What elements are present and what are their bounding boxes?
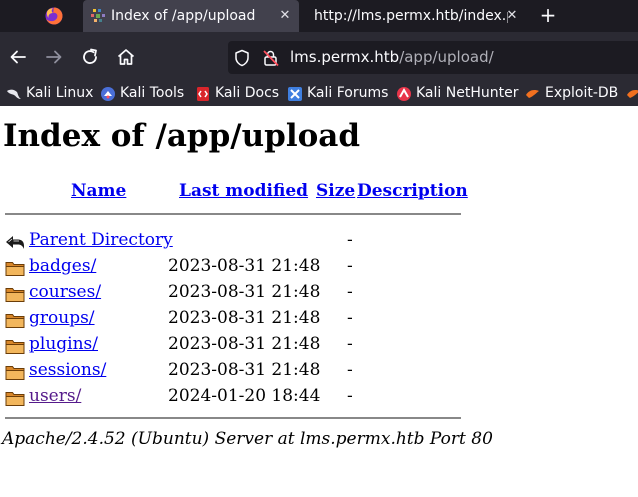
close-tab-icon[interactable]: ✕ xyxy=(504,0,520,32)
file-size: - xyxy=(347,282,353,302)
kali-tools-icon xyxy=(101,87,115,101)
url-text[interactable]: lms.permx.htb/app/upload/ xyxy=(290,47,494,67)
tab-index-of-app-upload[interactable]: Index of /app/upload ✕ xyxy=(83,0,299,32)
table-row-parent: Parent Directory - xyxy=(0,229,638,255)
last-modified: 2023-08-31 21:48 xyxy=(168,256,321,276)
url-host: lms.permx.htb xyxy=(290,48,400,66)
parent-directory-link[interactable]: Parent Directory xyxy=(29,229,173,251)
table-row: plugins/ 2023-08-31 21:48 - xyxy=(0,333,638,359)
column-header-name[interactable]: Name xyxy=(71,181,126,201)
table-row: sessions/ 2023-08-31 21:48 - xyxy=(0,359,638,385)
table-row: groups/ 2023-08-31 21:48 - xyxy=(0,307,638,333)
favicon-icon xyxy=(91,9,105,22)
footer-divider xyxy=(5,417,461,419)
bookmarks-toolbar: Kali Linux Kali Tools Kali Docs Kali For… xyxy=(0,82,638,106)
table-row: courses/ 2023-08-31 21:48 - xyxy=(0,281,638,307)
folder-icon xyxy=(5,392,25,406)
last-modified: 2023-08-31 21:48 xyxy=(168,282,321,302)
page-title: Index of /app/upload xyxy=(3,118,361,154)
tab-title: Index of /app/upload xyxy=(111,8,256,24)
column-header-last-modified[interactable]: Last modified xyxy=(179,181,308,201)
file-size: - xyxy=(347,334,353,354)
exploit-db-overflow-icon[interactable] xyxy=(626,86,638,102)
file-size: - xyxy=(347,256,353,276)
forward-arrow-icon[interactable] xyxy=(42,45,66,69)
file-size: - xyxy=(347,230,353,250)
kali-nethunter-icon xyxy=(397,87,411,101)
kali-docs-icon xyxy=(197,87,209,101)
folder-link-users[interactable]: users/ xyxy=(29,385,81,407)
close-tab-icon[interactable]: ✕ xyxy=(277,0,293,32)
new-tab-button[interactable]: + xyxy=(536,0,560,32)
exploit-db-icon xyxy=(526,90,539,98)
firefox-icon[interactable] xyxy=(45,7,63,25)
table-row: badges/ 2023-08-31 21:48 - xyxy=(0,255,638,281)
last-modified: 2024-01-20 18:44 xyxy=(168,386,321,406)
folder-icon xyxy=(5,314,25,328)
parent-directory-back-icon xyxy=(6,236,24,249)
insecure-lock-icon[interactable] xyxy=(262,49,280,67)
folder-icon xyxy=(5,288,25,302)
folder-link-plugins[interactable]: plugins/ xyxy=(29,333,98,355)
tab-bar: Index of /app/upload ✕ http://lms.permx.… xyxy=(0,0,638,32)
file-size: - xyxy=(347,386,353,406)
reload-icon[interactable] xyxy=(78,45,102,69)
folder-icon xyxy=(5,366,25,380)
folder-link-groups[interactable]: groups/ xyxy=(29,307,95,329)
folder-link-badges[interactable]: badges/ xyxy=(29,255,96,277)
url-path: /app/upload/ xyxy=(399,48,494,66)
column-header-description[interactable]: Description xyxy=(357,181,468,201)
last-modified: 2023-08-31 21:48 xyxy=(168,308,321,328)
folder-icon xyxy=(5,262,25,276)
folder-icon xyxy=(5,340,25,354)
tab-lms-index[interactable]: http://lms.permx.htb/index.php ✕ xyxy=(306,0,526,32)
home-icon[interactable] xyxy=(114,45,138,69)
header-divider xyxy=(5,213,461,215)
tab-title: http://lms.permx.htb/index.php xyxy=(314,8,508,24)
file-size: - xyxy=(347,308,353,328)
last-modified: 2023-08-31 21:48 xyxy=(168,360,321,380)
tracking-protection-shield-icon[interactable] xyxy=(234,49,250,67)
column-header-size[interactable]: Size xyxy=(316,181,355,201)
kali-dragon-icon xyxy=(7,89,21,99)
back-arrow-icon[interactable] xyxy=(6,45,30,69)
server-signature: Apache/2.4.52 (Ubuntu) Server at lms.per… xyxy=(2,429,493,449)
file-size: - xyxy=(347,360,353,380)
kali-forums-icon xyxy=(288,87,302,101)
last-modified: 2023-08-31 21:48 xyxy=(168,334,321,354)
folder-link-sessions[interactable]: sessions/ xyxy=(29,359,106,381)
folder-link-courses[interactable]: courses/ xyxy=(29,281,101,303)
table-row: users/ 2024-01-20 18:44 - xyxy=(0,385,638,411)
